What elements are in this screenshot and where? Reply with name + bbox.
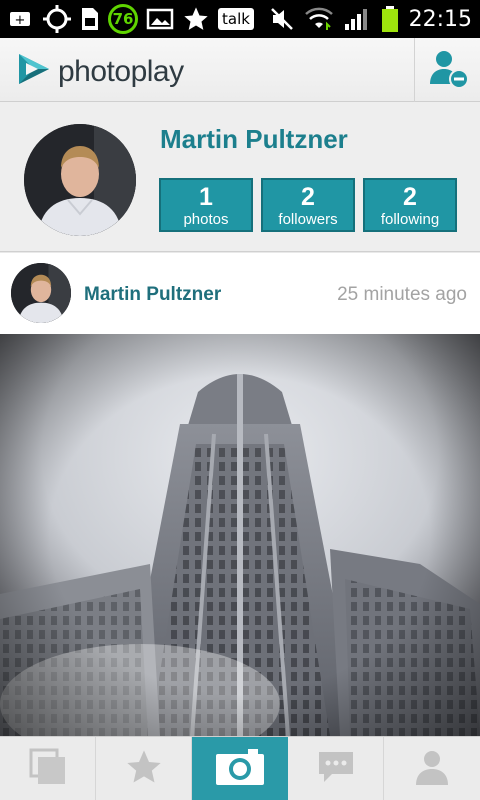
- usb-debug-icon: +: [8, 8, 34, 30]
- svg-text:+: +: [15, 13, 26, 28]
- post-author-name[interactable]: Martin Pultzner: [84, 284, 221, 306]
- following-label: following: [380, 211, 440, 228]
- wifi-icon: [304, 6, 333, 32]
- photoplay-logo[interactable]: photoplay: [16, 51, 184, 92]
- talk-icon: talk: [218, 8, 254, 30]
- battery-icon: [381, 5, 399, 33]
- followers-stat-button[interactable]: 2 followers: [261, 178, 355, 232]
- post-header: Martin Pultzner 25 minutes ago: [0, 253, 480, 334]
- bottom-navigation: [0, 736, 480, 800]
- status-bar-notifications: + 76 talk: [8, 4, 254, 34]
- status-bar: + 76 talk 22:15: [0, 0, 480, 38]
- star-icon: [182, 5, 210, 33]
- profile-name: Martin Pultzner: [160, 124, 348, 154]
- gps-icon: [42, 4, 72, 34]
- followers-count: 2: [301, 183, 315, 211]
- nav-messages-button[interactable]: [288, 737, 384, 800]
- user-remove-icon: [426, 46, 470, 95]
- profile-header: Martin Pultzner 1 photos 2 followers 2 f…: [0, 102, 480, 252]
- nav-profile-button[interactable]: [384, 737, 480, 800]
- following-stat-button[interactable]: 2 following: [363, 178, 457, 232]
- camera-icon: [214, 747, 266, 792]
- nav-camera-button[interactable]: [192, 737, 288, 800]
- photos-count: 1: [199, 183, 213, 211]
- app-logo-text: photoplay: [58, 54, 184, 88]
- followers-label: followers: [278, 211, 338, 228]
- status-bar-system: 22:15: [269, 4, 472, 34]
- mute-icon: [269, 6, 295, 32]
- play-logo-icon: [16, 51, 52, 92]
- profile-icon: [412, 747, 452, 792]
- post-timestamp: 25 minutes ago: [337, 284, 467, 305]
- sim-icon: [80, 6, 100, 32]
- notification-count-badge: 76: [108, 4, 138, 34]
- photos-label: photos: [183, 211, 229, 228]
- app-header: photoplay: [0, 38, 480, 102]
- post-photo[interactable]: [0, 334, 480, 736]
- following-count: 2: [403, 183, 417, 211]
- image-icon: [146, 7, 174, 31]
- star-icon: [124, 747, 164, 792]
- chat-icon: [316, 747, 356, 792]
- post-author-avatar[interactable]: [11, 263, 71, 323]
- nav-favorites-button[interactable]: [96, 737, 192, 800]
- profile-avatar[interactable]: [24, 124, 136, 236]
- photos-stat-button[interactable]: 1 photos: [159, 178, 253, 232]
- status-time: 22:15: [408, 6, 472, 32]
- remove-account-button[interactable]: [415, 38, 480, 102]
- nav-gallery-button[interactable]: [0, 737, 96, 800]
- gallery-icon: [28, 747, 68, 792]
- signal-icon: [343, 6, 371, 32]
